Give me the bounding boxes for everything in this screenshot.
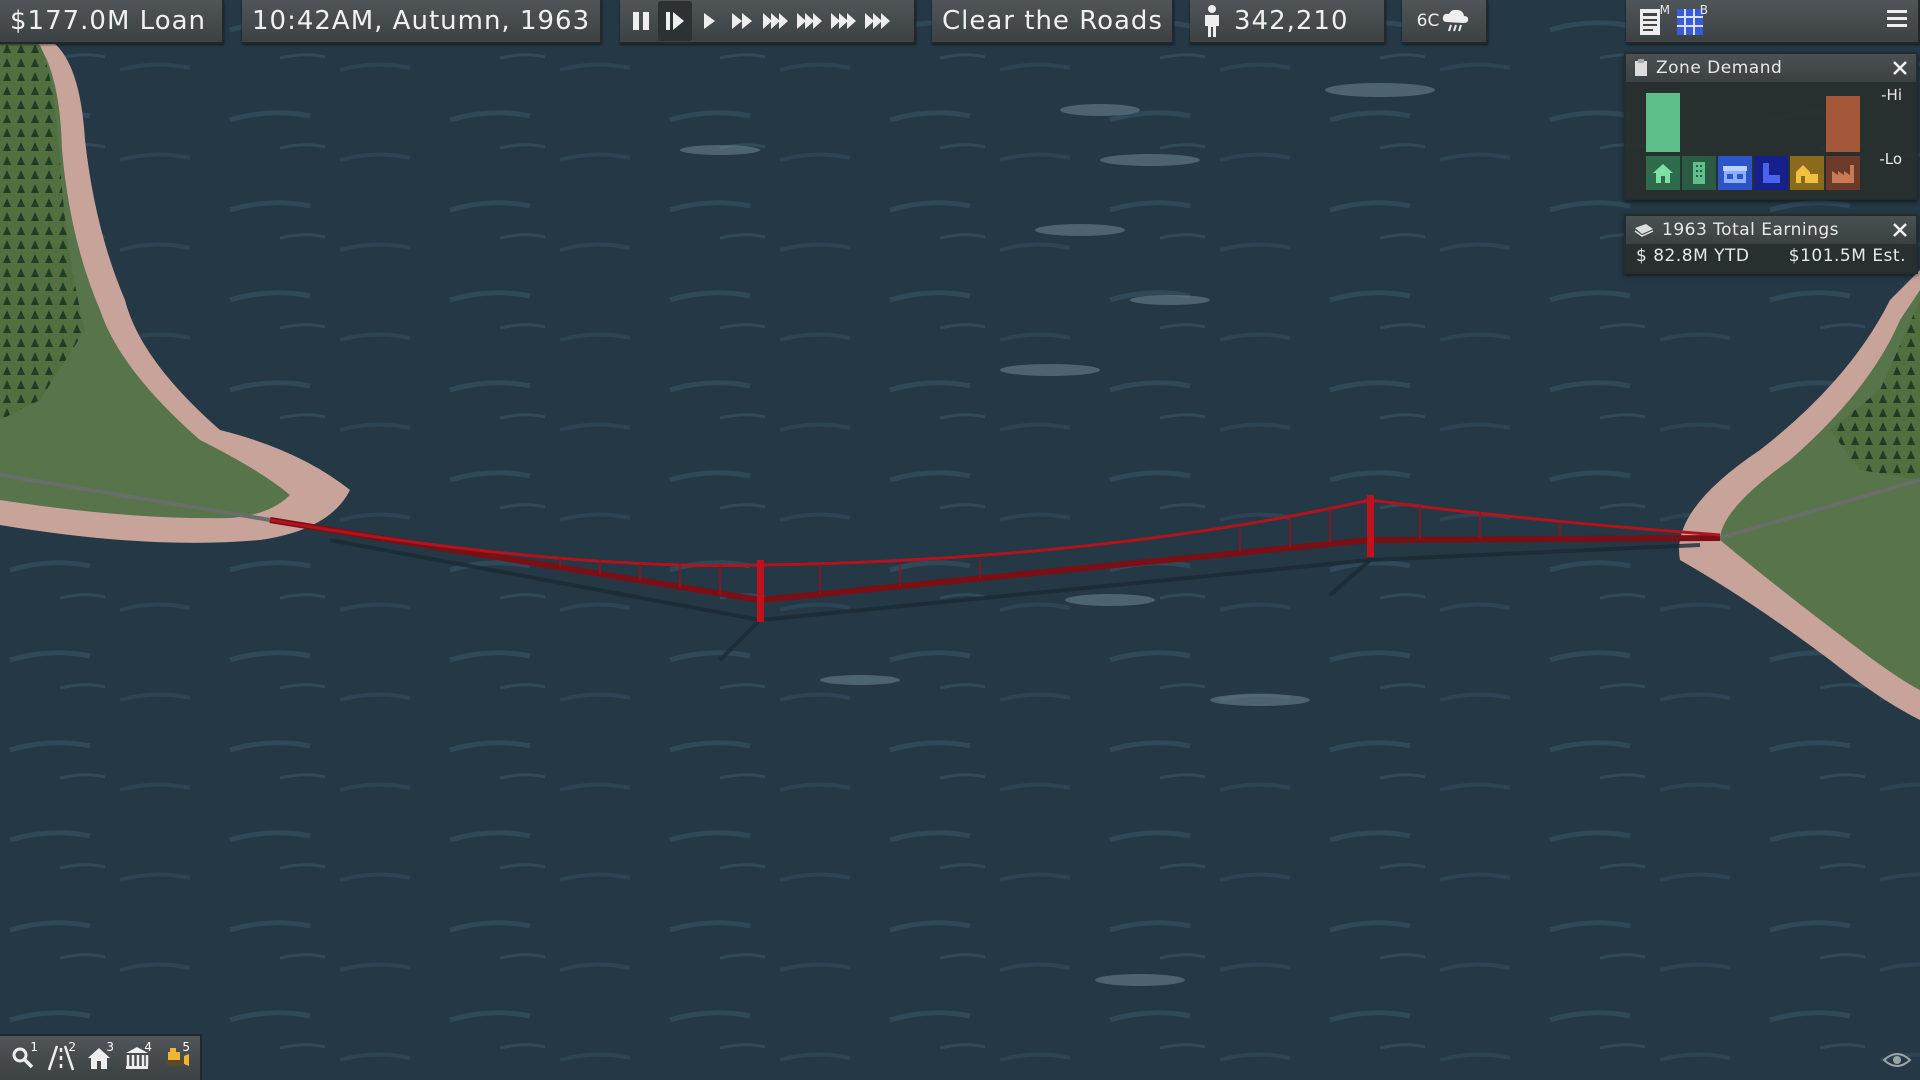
workshop-icon — [1796, 165, 1818, 183]
person-icon — [1205, 5, 1219, 37]
datetime-label: 10:42AM, Autumn, 1963 — [252, 6, 591, 36]
zone-demand-panel: Zone Demand -Hi -Lo — [1624, 52, 1918, 200]
industrial-low-zone[interactable] — [1790, 156, 1824, 190]
earnings-panel: 1963 Total Earnings $ 82.8M YTD $101.5M … — [1624, 214, 1918, 274]
commercial-low-zone[interactable] — [1718, 156, 1752, 190]
road-tool-button[interactable]: 2 — [42, 1038, 80, 1078]
tool-key-1: 1 — [30, 1040, 38, 1054]
bulldoze-tool-button[interactable]: 5 — [156, 1038, 194, 1078]
industrial-high-zone[interactable] — [1826, 156, 1860, 190]
bridge-tower-right — [1367, 495, 1374, 557]
goal-label: Clear the Roads — [942, 6, 1163, 36]
eye-icon — [1882, 1053, 1912, 1067]
budget-view-button[interactable]: B — [1674, 3, 1708, 39]
fast-forward-4-button[interactable] — [794, 1, 828, 41]
tool-key-2: 2 — [68, 1040, 76, 1054]
civic-tool-button[interactable]: 4 — [118, 1038, 156, 1078]
zone-demand-close-button[interactable] — [1892, 60, 1908, 76]
fast-forward-5-button[interactable] — [828, 1, 862, 41]
close-icon — [1893, 61, 1907, 75]
fast-forward-5-icon — [831, 13, 856, 29]
hamburger-icon — [1887, 10, 1907, 27]
step-icon — [666, 12, 684, 30]
main-menu-button[interactable] — [1886, 8, 1908, 34]
play-icon — [704, 13, 715, 29]
query-tool-button[interactable]: 1 — [4, 1038, 42, 1078]
residential-low-zone[interactable] — [1646, 156, 1680, 190]
cloud-rain-icon — [1443, 9, 1469, 32]
bridge-tower-left — [757, 560, 764, 622]
lo-label: -Lo — [1879, 150, 1902, 168]
zone-demand-chart: -Hi -Lo — [1626, 82, 1916, 198]
bottom-toolbar: 1 2 3 4 5 — [0, 1034, 202, 1080]
demand-bars — [1646, 90, 1860, 152]
tool-key-5: 5 — [182, 1040, 190, 1054]
hi-label: -Hi — [1881, 86, 1902, 104]
factory-icon — [1832, 165, 1854, 183]
shop-icon — [1723, 166, 1747, 183]
loan-label: $177.0M Loan — [10, 6, 207, 36]
earnings-estimate: $101.5M Est. — [1788, 246, 1906, 266]
money-icon — [1634, 224, 1654, 237]
zone-icons — [1646, 156, 1860, 190]
step-speed-button[interactable] — [658, 1, 692, 41]
fast-forward-3-button[interactable] — [760, 1, 794, 41]
earnings-values: $ 82.8M YTD $101.5M Est. — [1626, 244, 1916, 268]
fast-forward-6-icon — [865, 13, 890, 29]
fast-forward-4-icon — [797, 13, 822, 29]
play-button[interactable] — [692, 1, 726, 41]
close-icon — [1893, 223, 1907, 237]
earnings-ytd: $ 82.8M YTD — [1636, 246, 1750, 266]
apartment-icon — [1693, 162, 1705, 184]
loan-display[interactable]: $177.0M Loan — [0, 0, 224, 44]
fast-forward-6-button[interactable] — [862, 1, 896, 41]
zone-demand-title: Zone Demand — [1656, 58, 1783, 78]
top-right-toolbar: M B — [1626, 0, 1920, 44]
fast-forward-2-button[interactable] — [726, 1, 760, 41]
demand-bar-residential-low — [1646, 93, 1680, 152]
residential-high-zone[interactable] — [1682, 156, 1716, 190]
earnings-title: 1963 Total Earnings — [1662, 220, 1840, 240]
budget-key-label: B — [1699, 3, 1708, 17]
earnings-close-button[interactable] — [1892, 222, 1908, 238]
visibility-toggle-button[interactable] — [1882, 1050, 1912, 1074]
temperature-label: 6C — [1416, 11, 1440, 31]
population-label: 342,210 — [1234, 6, 1349, 36]
earnings-header: 1963 Total Earnings — [1626, 216, 1916, 244]
map-key-label: M — [1659, 3, 1670, 17]
zone-demand-header: Zone Demand — [1626, 54, 1916, 82]
fast-forward-2-icon — [732, 13, 752, 29]
map-view-button[interactable]: M — [1636, 3, 1670, 39]
goal-display[interactable]: Clear the Roads — [932, 0, 1174, 44]
population-display[interactable]: 342,210 — [1190, 0, 1386, 44]
clipboard-icon — [1635, 59, 1647, 76]
zone-tool-button[interactable]: 3 — [80, 1038, 118, 1078]
demand-bar-industrial-high — [1826, 96, 1860, 152]
tool-key-4: 4 — [144, 1040, 152, 1054]
fast-forward-3-icon — [763, 13, 788, 29]
pause-icon — [633, 12, 649, 30]
house-icon — [1653, 164, 1673, 183]
speed-controls — [620, 0, 916, 44]
commercial-high-zone[interactable] — [1754, 156, 1788, 190]
weather-display[interactable]: 6C — [1402, 0, 1488, 44]
pause-button[interactable] — [624, 1, 658, 41]
datetime-display: 10:42AM, Autumn, 1963 — [242, 0, 602, 44]
office-icon — [1763, 163, 1780, 183]
tool-key-3: 3 — [106, 1040, 114, 1054]
